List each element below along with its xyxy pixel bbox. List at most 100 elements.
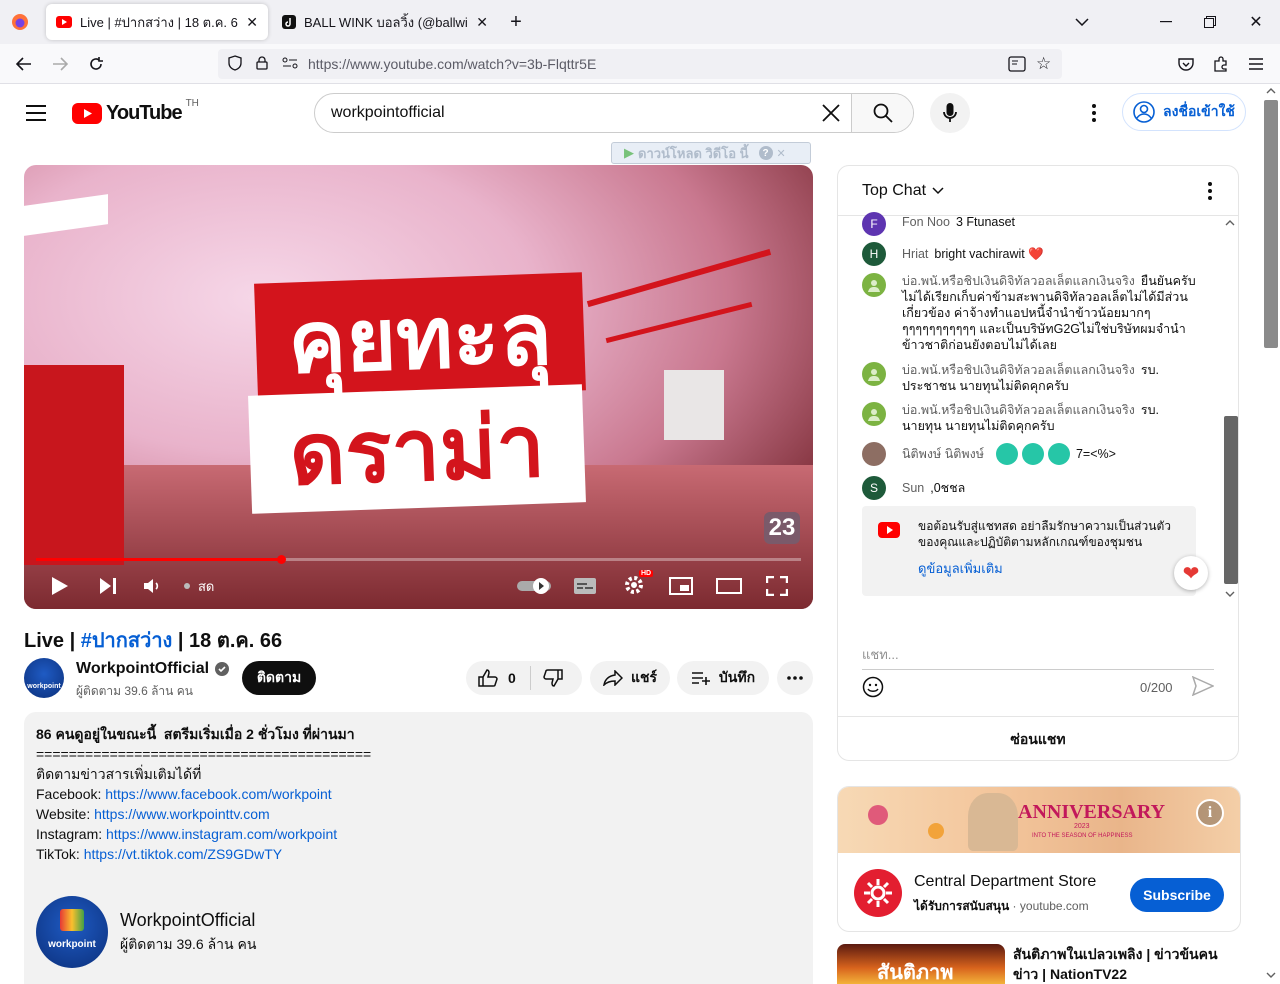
description-avatar-text: workpoint	[48, 939, 96, 950]
advertiser-logo[interactable]	[854, 869, 902, 917]
region-code: TH	[185, 98, 199, 109]
channel-avatar[interactable]: workpoint	[24, 658, 64, 698]
firefox-icon[interactable]	[10, 12, 30, 32]
restore-icon[interactable]	[1198, 10, 1222, 34]
advertiser-name[interactable]: Central Department Store	[914, 873, 1096, 891]
ad-card[interactable]: ANNIVERSARY 2023 INTO THE SEASON OF HAPP…	[837, 786, 1241, 932]
like-button[interactable]: 0	[466, 666, 531, 690]
url-text[interactable]: https://www.youtube.com/watch?v=3b-Flqtt…	[308, 56, 596, 72]
scrollbar-thumb[interactable]	[1224, 416, 1238, 584]
close-tab-icon[interactable]: ✕	[246, 14, 258, 31]
play-button[interactable]	[46, 572, 74, 600]
progress-knob[interactable]	[276, 555, 286, 564]
youtube-logo[interactable]: YouTube TH	[72, 98, 199, 125]
pocket-icon[interactable]	[1174, 52, 1198, 76]
ad-subscribe-button[interactable]: Subscribe	[1130, 878, 1224, 912]
extensions-icon[interactable]	[1208, 52, 1232, 76]
next-icon	[100, 578, 116, 594]
hamburger-menu-icon[interactable]	[24, 101, 48, 125]
tiktok-link[interactable]: https://vt.tiktok.com/ZS9GDwTY	[84, 846, 282, 862]
recommended-title[interactable]: สันติภาพในเปลวเพลิง | ข่าวข้นคน ข่าว | N…	[1013, 944, 1233, 984]
scroll-up-icon[interactable]	[1266, 88, 1276, 94]
page-scrollbar[interactable]	[1262, 84, 1280, 984]
recommended-thumbnail[interactable]: สันติภาพ	[837, 944, 1005, 984]
search-input[interactable]: workpointofficial	[331, 104, 811, 122]
video-description[interactable]: 86 คนดูอยู่ในขณะนี้ สตรีมเริ่มเมื่อ 2 ชั…	[24, 712, 813, 984]
description-channel-name[interactable]: WorkpointOfficial	[120, 910, 255, 930]
autoplay-toggle[interactable]	[516, 575, 552, 597]
channel-name[interactable]: WorkpointOfficial	[76, 660, 230, 678]
permissions-icon[interactable]	[282, 56, 298, 72]
forward-icon[interactable]	[48, 52, 72, 76]
subscribe-button[interactable]: ติดตาม	[242, 661, 316, 695]
chat-message[interactable]: H Hriat bright vachirawit ❤️	[862, 242, 1202, 266]
clear-search-icon[interactable]	[811, 104, 851, 122]
chat-message[interactable]: นิติพงษ์ นิติพงษ์ 7=<%>	[862, 442, 1202, 466]
website-link[interactable]: https://www.workpointtv.com	[94, 806, 270, 822]
tab-list-chevron-icon[interactable]	[1070, 10, 1094, 34]
back-icon[interactable]	[12, 52, 36, 76]
new-tab-icon[interactable]: +	[504, 10, 528, 34]
progress-fill	[36, 558, 281, 561]
hide-chat-button[interactable]: ซ่อนแชท	[838, 716, 1238, 760]
lock-icon[interactable]	[256, 55, 270, 73]
description-channel-avatar[interactable]: workpoint	[36, 896, 108, 968]
hashtag-link[interactable]: #ปากสว่าง	[81, 630, 173, 652]
ad-info-icon[interactable]: i	[1196, 799, 1224, 827]
scroll-down-icon[interactable]	[1225, 591, 1235, 597]
volume-button[interactable]	[138, 572, 166, 600]
bookmark-star-icon[interactable]: ☆	[1036, 54, 1051, 74]
chat-scrollbar[interactable]	[1222, 216, 1238, 606]
subtitles-button[interactable]	[571, 572, 599, 600]
next-button[interactable]	[94, 572, 122, 600]
search-button[interactable]	[851, 94, 913, 132]
top-chat-dropdown[interactable]: Top Chat	[862, 182, 944, 200]
emoji-picker-icon[interactable]	[862, 676, 884, 703]
close-banner-icon[interactable]: ✕	[777, 147, 786, 160]
reader-view-icon[interactable]	[1008, 56, 1026, 75]
share-button[interactable]: แชร์	[590, 661, 670, 695]
reload-icon[interactable]	[84, 52, 108, 76]
shield-icon[interactable]	[228, 54, 244, 74]
learn-more-link[interactable]: ดูข้อมูลเพิ่มเติม	[918, 561, 1003, 577]
scroll-down-icon[interactable]	[1266, 972, 1276, 978]
video-player[interactable]: คุยทะลุ ดราม่า 23 สด HD	[24, 165, 813, 609]
instagram-link[interactable]: https://www.instagram.com/workpoint	[106, 826, 337, 842]
dislike-button[interactable]	[531, 669, 563, 687]
chat-message[interactable]: F Fon Noo 3 Ftunaset	[862, 212, 1202, 236]
miniplayer-button[interactable]	[667, 572, 695, 600]
send-icon[interactable]	[1191, 675, 1215, 701]
tab-youtube[interactable]: Live | #ปากสว่าง | 18 ต.ค. 66 - YouTube …	[46, 4, 268, 40]
settings-button[interactable]: HD	[619, 570, 654, 600]
voice-search-button[interactable]	[930, 93, 970, 133]
url-bar[interactable]: https://www.youtube.com/watch?v=3b-Flqtt…	[218, 49, 1062, 79]
facebook-link[interactable]: https://www.facebook.com/workpoint	[105, 786, 331, 802]
chat-avatar: F	[862, 212, 886, 236]
chat-message[interactable]: บ่อ.พนั.หรือชิปเงินดิจิทัลวอลเล็ตแลกเงิน…	[862, 273, 1202, 353]
chat-more-icon[interactable]	[1208, 182, 1212, 205]
close-tab-icon[interactable]: ✕	[476, 14, 488, 31]
ad-banner-image[interactable]: ANNIVERSARY 2023 INTO THE SEASON OF HAPP…	[838, 787, 1240, 853]
settings-more-icon[interactable]	[1082, 101, 1106, 125]
chat-input[interactable]: แชท...	[862, 644, 1214, 670]
progress-bar[interactable]	[36, 555, 801, 564]
app-menu-icon[interactable]	[1244, 52, 1268, 76]
close-window-icon[interactable]: ✕	[1244, 10, 1268, 34]
save-button[interactable]: บันทึก	[677, 661, 769, 695]
live-indicator[interactable]: สด	[184, 578, 214, 594]
scroll-up-icon[interactable]	[1225, 220, 1235, 226]
download-video-banner[interactable]: ▶ ดาวน์โหลด วิดีโอ นี้ ? ✕	[611, 142, 811, 164]
more-actions-button[interactable]	[777, 661, 813, 695]
reaction-heart-button[interactable]: ❤	[1174, 556, 1208, 590]
help-icon[interactable]: ?	[758, 146, 773, 160]
sign-in-button[interactable]: ลงชื่อเข้าใช้	[1122, 93, 1246, 131]
minimize-icon[interactable]	[1154, 10, 1178, 34]
fullscreen-button[interactable]	[763, 572, 791, 600]
chat-message[interactable]: S Sun ,0ชชล	[862, 476, 1202, 500]
page-scrollbar-thumb[interactable]	[1264, 100, 1278, 348]
theater-mode-button[interactable]	[714, 572, 744, 600]
tab-tiktok[interactable]: BALL WINK บอลวิ้ง (@ballwink.official) |…	[272, 4, 498, 40]
recommended-video[interactable]: สันติภาพ สันติภาพในเปลวเพลิง | ข่าวข้นคน…	[837, 944, 1247, 984]
chat-message[interactable]: บ่อ.พนั.หรือชิปเงินดิจิทัลวอลเล็ตแลกเงิน…	[862, 402, 1202, 434]
chat-message[interactable]: บ่อ.พนั.หรือชิปเงินดิจิทัลวอลเล็ตแลกเงิน…	[862, 362, 1202, 394]
